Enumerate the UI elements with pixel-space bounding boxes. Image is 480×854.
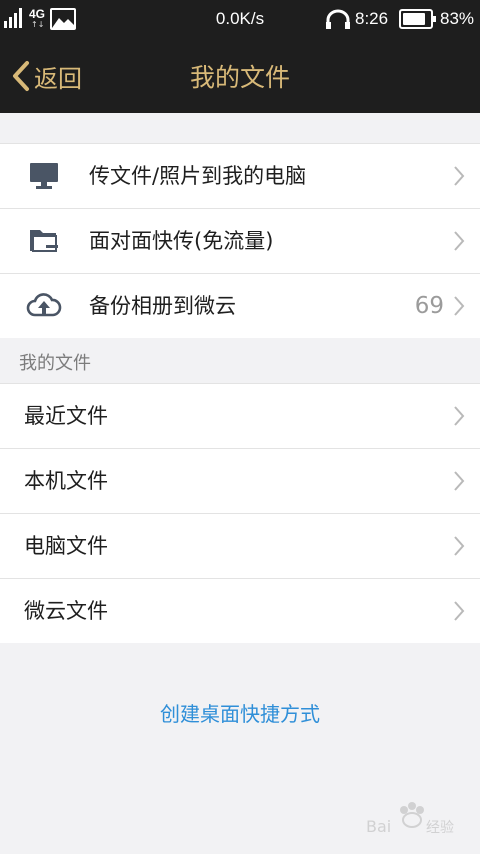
network-speed: 0.0K/s — [215, 9, 265, 28]
battery-percent: 83% — [440, 9, 475, 28]
clock: 8:26 — [355, 9, 389, 28]
headphone-icon — [324, 9, 352, 29]
monitor-icon — [26, 160, 62, 192]
section-header-my-files: 我的文件 — [19, 353, 91, 374]
signal-icon — [4, 8, 26, 30]
chevron-right-icon — [454, 166, 465, 186]
folder-transfer-icon — [26, 225, 62, 257]
item-label: 电脑文件 — [24, 534, 108, 558]
recent-files-item[interactable]: 最近文件 — [0, 383, 480, 448]
item-label: 微云文件 — [24, 599, 108, 623]
watermark-logo: Bai 经验 — [362, 798, 462, 838]
status-bar: 4G ↑↓ 0.0K/s 8:26 83% — [0, 0, 480, 38]
battery-icon — [399, 9, 436, 29]
chevron-right-icon — [454, 471, 465, 491]
quick-actions-list: 传文件/照片到我的电脑 面对面快传(免流量) 备份相册到微云 69 — [0, 143, 480, 338]
face-to-face-transfer-item[interactable]: 面对面快传(免流量) — [0, 208, 480, 273]
photo-count: 69 — [414, 293, 444, 319]
svg-text:经验: 经验 — [426, 820, 454, 836]
chevron-right-icon — [454, 601, 465, 621]
local-files-item[interactable]: 本机文件 — [0, 448, 480, 513]
create-desktop-shortcut-link[interactable]: 创建桌面快捷方式 — [0, 698, 480, 727]
computer-files-item[interactable]: 电脑文件 — [0, 513, 480, 578]
image-notification-icon — [50, 8, 76, 30]
page-title: 我的文件 — [189, 63, 290, 92]
backup-album-item[interactable]: 备份相册到微云 69 — [0, 273, 480, 338]
chevron-right-icon — [454, 536, 465, 556]
chevron-right-icon — [454, 231, 465, 251]
item-label: 本机文件 — [24, 469, 108, 493]
battery-level — [403, 13, 425, 25]
item-label: 面对面快传(免流量) — [89, 229, 274, 253]
weiyun-files-item[interactable]: 微云文件 — [0, 578, 480, 643]
network-activity: ↑↓ — [31, 20, 45, 29]
my-files-list: 最近文件 本机文件 电脑文件 微云文件 — [0, 383, 480, 643]
cloud-upload-icon — [26, 290, 62, 322]
transfer-to-computer-item[interactable]: 传文件/照片到我的电脑 — [0, 143, 480, 208]
svg-text:Bai: Bai — [366, 817, 391, 836]
chevron-right-icon — [454, 296, 465, 316]
item-label: 传文件/照片到我的电脑 — [89, 164, 307, 188]
title-bar: 返回 我的文件 — [0, 38, 480, 113]
item-label: 最近文件 — [24, 404, 108, 428]
network-type: 4G — [29, 7, 46, 21]
item-label: 备份相册到微云 — [89, 294, 236, 318]
chevron-right-icon — [454, 406, 465, 426]
